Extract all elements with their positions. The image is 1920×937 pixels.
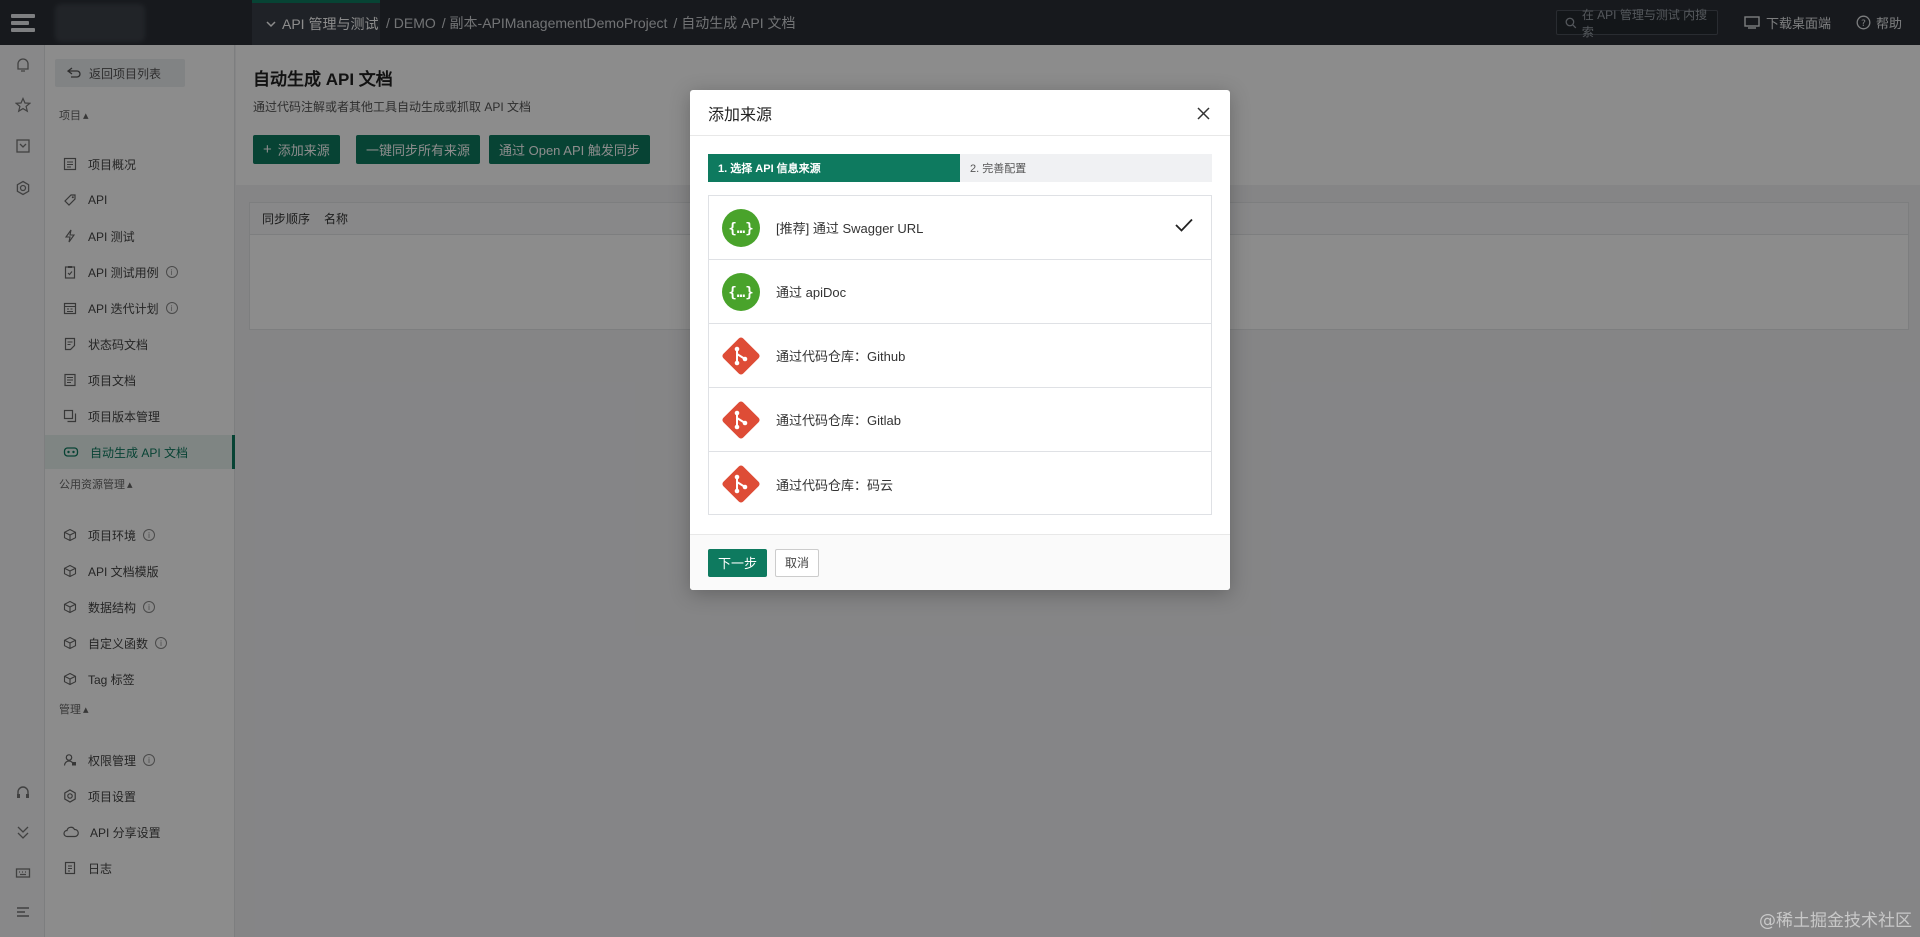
svg-text:{…}: {…} bbox=[728, 285, 753, 301]
git-icon bbox=[721, 400, 761, 440]
swagger-icon: {…} bbox=[721, 272, 761, 312]
source-option-label: 通过代码仓库：码云 bbox=[776, 477, 894, 493]
git-icon bbox=[721, 464, 761, 504]
source-option-label: [推荐] 通过 Swagger URL bbox=[776, 221, 924, 236]
source-option-4[interactable]: 通过代码仓库：码云 bbox=[709, 452, 1211, 516]
step-indicator: 1. 选择 API 信息来源 2. 完善配置 bbox=[708, 154, 1212, 182]
watermark: @稀土掘金技术社区 bbox=[1759, 911, 1912, 931]
swagger-icon: {…} bbox=[721, 208, 761, 248]
cancel-button[interactable]: 取消 bbox=[775, 548, 820, 577]
dialog-title: 添加来源 bbox=[708, 106, 773, 124]
close-icon[interactable] bbox=[1194, 104, 1212, 122]
add-source-dialog: 添加来源 1. 选择 API 信息来源 2. 完善配置 {…} [推荐] 通过 S… bbox=[690, 90, 1230, 590]
step-2: 2. 完善配置 bbox=[960, 154, 1212, 182]
checkmark-icon bbox=[1175, 218, 1193, 235]
step-1: 1. 选择 API 信息来源 bbox=[708, 154, 960, 182]
source-option-list: {…} [推荐] 通过 Swagger URL {…} 通过 apiDoc 通过代码仓库… bbox=[708, 195, 1212, 515]
source-option-2[interactable]: 通过代码仓库：Github bbox=[709, 324, 1211, 388]
svg-text:{…}: {…} bbox=[728, 221, 753, 237]
dialog-header: 添加来源 bbox=[690, 90, 1230, 136]
next-step-button[interactable]: 下一步 bbox=[708, 548, 768, 577]
source-option-label: 通过代码仓库：Github bbox=[776, 349, 906, 364]
source-option-1[interactable]: {…} 通过 apiDoc bbox=[709, 260, 1211, 324]
source-option-label: 通过代码仓库：Gitlab bbox=[776, 413, 901, 428]
dialog-footer: 下一步 取消 bbox=[690, 534, 1230, 590]
source-option-label: 通过 apiDoc bbox=[776, 285, 847, 300]
source-option-3[interactable]: 通过代码仓库：Gitlab bbox=[709, 388, 1211, 452]
git-icon bbox=[721, 336, 761, 376]
source-option-0[interactable]: {…} [推荐] 通过 Swagger URL bbox=[709, 196, 1211, 260]
